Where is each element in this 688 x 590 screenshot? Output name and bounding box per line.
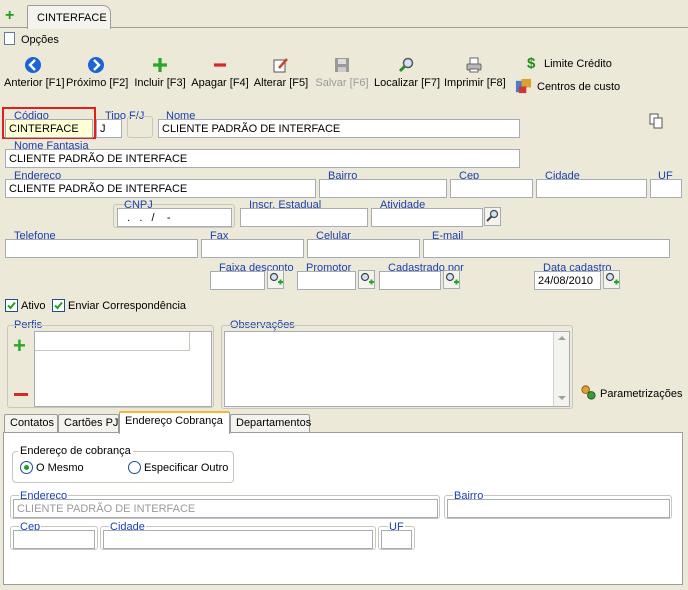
cnpj-field[interactable]: . . / - xyxy=(117,208,232,227)
data-cadastro-field[interactable]: 24/08/2010 xyxy=(534,271,601,290)
tipo-field[interactable]: J xyxy=(96,119,122,138)
radio-dot xyxy=(24,465,29,470)
magnifier-icon xyxy=(398,57,414,73)
uf-field[interactable] xyxy=(650,179,682,198)
atividade-lookup-button[interactable] xyxy=(484,207,501,226)
magnifier-icon xyxy=(486,209,499,222)
tab-cartoes-pj[interactable]: Cartões PJ xyxy=(58,414,119,433)
enviar-correspondencia-checkbox[interactable] xyxy=(52,299,65,312)
delete-button[interactable]: Apagar [F4] xyxy=(190,56,250,96)
save-button[interactable]: Salvar [F6] xyxy=(314,56,370,96)
option-same-label: O Mesmo xyxy=(36,462,84,474)
cep-field[interactable] xyxy=(450,179,533,198)
window-tab-title: CINTERFACE xyxy=(37,12,107,24)
email-field[interactable] xyxy=(423,239,670,258)
cobranca-uf-field[interactable] xyxy=(381,530,412,549)
arrow-left-icon xyxy=(25,57,41,73)
codigo-field[interactable]: CINTERFACE xyxy=(5,119,93,138)
observacoes-textarea[interactable] xyxy=(224,331,570,407)
cadastrado-por-lookup-button[interactable] xyxy=(443,270,460,289)
save-icon xyxy=(335,58,349,72)
arrow-right-icon xyxy=(88,57,104,73)
scroll-up-icon[interactable] xyxy=(558,336,566,340)
option-same-radio[interactable] xyxy=(20,461,33,474)
minus-icon xyxy=(214,63,226,67)
ativo-label: Ativo xyxy=(21,300,46,312)
options-icon xyxy=(4,32,15,45)
window-tab[interactable]: CINTERFACE xyxy=(27,5,111,29)
cobranca-cidade-field[interactable] xyxy=(103,530,373,549)
cidade-field[interactable] xyxy=(536,179,647,198)
edit-button[interactable]: Alterar [F5] xyxy=(253,56,309,96)
parametrizacoes-icon xyxy=(581,385,596,400)
perfis-list[interactable] xyxy=(34,331,212,407)
tab-contatos[interactable]: Contatos xyxy=(4,414,58,433)
cost-centers-button[interactable]: Centros de custo xyxy=(537,81,620,93)
bairro-field[interactable] xyxy=(319,179,447,198)
promotor-lookup-button[interactable] xyxy=(358,270,375,289)
magnifier-add-icon xyxy=(445,272,459,285)
endereco-field[interactable]: CLIENTE PADRÃO DE INTERFACE xyxy=(5,179,316,198)
fax-field[interactable] xyxy=(201,239,304,258)
parametrizacoes-button[interactable]: Parametrizações xyxy=(600,388,683,400)
find-button[interactable]: Localizar [F7] xyxy=(374,56,440,96)
plus-icon[interactable]: + xyxy=(5,8,14,24)
magnifier-add-icon xyxy=(605,272,619,285)
perfis-list-row[interactable] xyxy=(35,332,190,351)
cobranca-cep-field[interactable] xyxy=(13,530,95,549)
cobranca-group-label: Endereço de cobrança xyxy=(18,445,133,457)
tab-endereco-cobranca[interactable]: Endereço Cobrança xyxy=(119,411,230,434)
cost-center-icon xyxy=(515,78,532,94)
faixa-desconto-lookup-button[interactable] xyxy=(267,270,284,289)
next-button[interactable]: Próximo [F2] xyxy=(66,56,128,96)
printer-icon xyxy=(466,57,482,73)
tab-departamentos[interactable]: Departamentos xyxy=(230,414,311,433)
data-cadastro-lookup-button[interactable] xyxy=(603,270,620,289)
atividade-field[interactable] xyxy=(371,208,483,227)
remove-perfil-button[interactable] xyxy=(14,393,28,396)
check-icon xyxy=(7,301,16,310)
observacoes-scrollbar[interactable] xyxy=(553,332,569,406)
cobranca-bairro-field[interactable] xyxy=(447,499,670,518)
copy-icon[interactable] xyxy=(649,113,663,129)
credit-limit-button[interactable]: Limite Crédito xyxy=(544,58,612,70)
option-other-label: Especificar Outro xyxy=(144,462,229,474)
print-button[interactable]: Imprimir [F8] xyxy=(444,56,506,96)
previous-button[interactable]: Anterior [F1] xyxy=(4,56,65,96)
add-button[interactable]: Incluir [F3] xyxy=(132,56,188,96)
inscr-estadual-field[interactable] xyxy=(240,208,368,227)
option-other-radio[interactable] xyxy=(128,461,141,474)
plus-icon xyxy=(153,58,167,72)
add-perfil-button[interactable]: + xyxy=(13,335,26,357)
magnifier-add-icon xyxy=(269,272,283,285)
faixa-desconto-field[interactable] xyxy=(210,271,265,290)
telefone-field[interactable] xyxy=(5,239,198,258)
ativo-checkbox[interactable] xyxy=(5,299,18,312)
edit-icon xyxy=(273,58,288,73)
enviar-correspondencia-label: Enviar Correspondência xyxy=(68,300,187,312)
check-icon xyxy=(54,301,63,310)
nome-field[interactable]: CLIENTE PADRÃO DE INTERFACE xyxy=(158,119,520,138)
celular-field[interactable] xyxy=(307,239,420,258)
options-menu[interactable]: Opções xyxy=(21,34,59,46)
scroll-down-icon[interactable] xyxy=(558,396,566,400)
cobranca-endereco-field[interactable]: CLIENTE PADRÃO DE INTERFACE xyxy=(13,499,438,518)
cadastrado-por-field[interactable] xyxy=(379,271,441,290)
promotor-field[interactable] xyxy=(297,271,356,290)
dollar-icon: $ xyxy=(527,55,536,72)
nome-group xyxy=(127,116,153,138)
magnifier-add-icon xyxy=(360,272,374,285)
nome-fantasia-field[interactable]: CLIENTE PADRÃO DE INTERFACE xyxy=(5,149,520,168)
